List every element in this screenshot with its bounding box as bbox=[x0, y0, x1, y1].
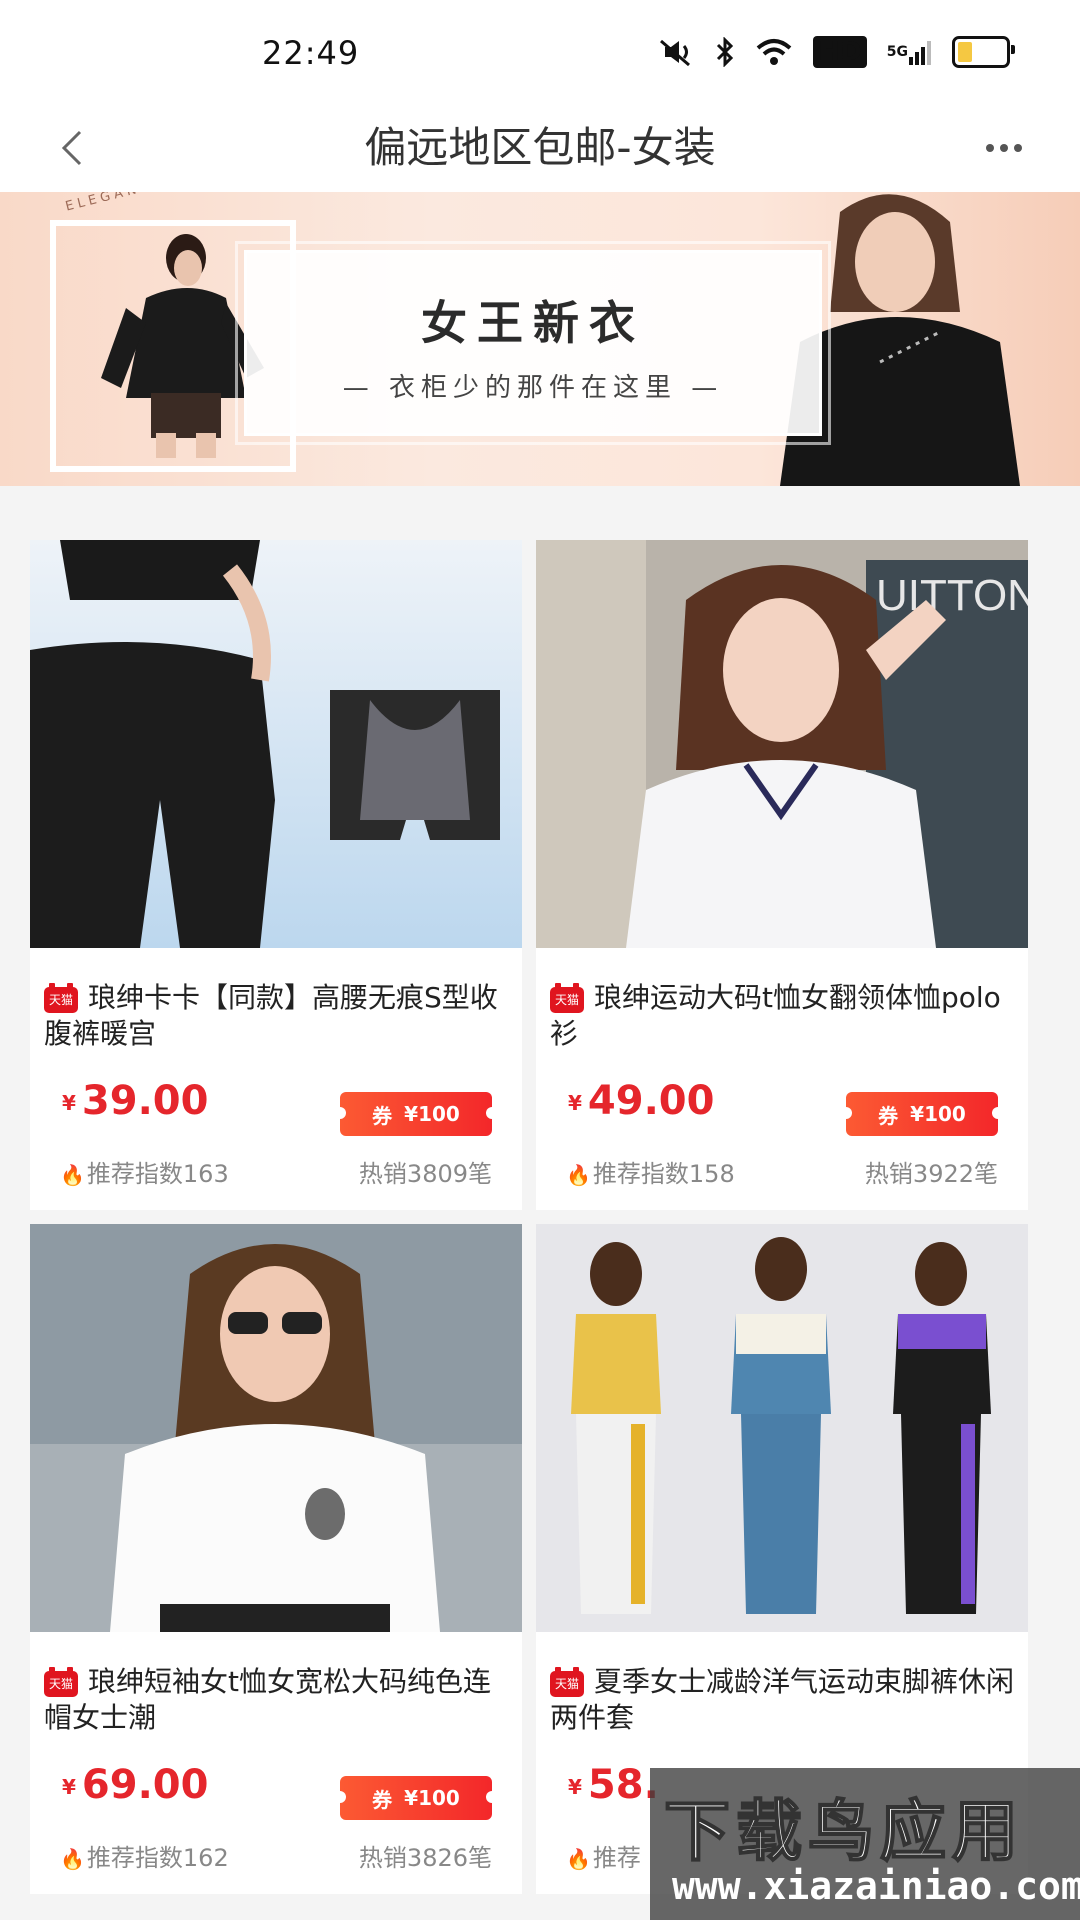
coupon-label: 券 bbox=[878, 1103, 899, 1128]
product-meta: 🔥推荐指数163 热销3809笔 bbox=[60, 1154, 492, 1189]
tmall-badge-icon: 天猫 bbox=[44, 1667, 78, 1697]
recommend-index: 🔥推荐指数163 bbox=[60, 1154, 229, 1189]
product-price: ¥39.00 bbox=[62, 1078, 208, 1124]
tmall-badge-icon: 天猫 bbox=[550, 1667, 584, 1697]
product-meta: 🔥推荐指数158 热销3922笔 bbox=[566, 1154, 998, 1189]
signal-5g-icon: 5G bbox=[887, 36, 932, 68]
product-card[interactable]: UITTON 天猫 琅绅运动大码t恤女翻领体恤polo衫 ¥49.00 券 ¥100… bbox=[536, 540, 1028, 1210]
product-title-text: 琅绅运动大码t恤女翻领体恤polo衫 bbox=[550, 981, 1001, 1050]
recommend-index: 🔥推荐指数162 bbox=[60, 1838, 229, 1873]
coupon-value: ¥100 bbox=[404, 1786, 460, 1810]
product-title: 天猫 夏季女士减龄洋气运动束脚裤休闲两件套 bbox=[550, 1664, 1014, 1736]
watermark: 下载鸟应用 www.xiazainiao.com bbox=[650, 1768, 1080, 1920]
currency-symbol: ¥ bbox=[62, 1091, 76, 1115]
fire-icon: 🔥 bbox=[60, 1847, 85, 1871]
recommend-index: 🔥推荐 bbox=[566, 1838, 641, 1873]
product-title: 天猫 琅绅卡卡【同款】高腰无痕S型收腹裤暖宫 bbox=[44, 980, 508, 1052]
product-image bbox=[536, 1224, 1028, 1632]
watermark-url: www.xiazainiao.com bbox=[672, 1864, 1080, 1908]
product-grid: 天猫 琅绅卡卡【同款】高腰无痕S型收腹裤暖宫 ¥39.00 券 ¥100 🔥推荐指数… bbox=[30, 540, 1050, 1894]
product-image bbox=[30, 1224, 522, 1632]
watermark-logo: 下载鸟应用 bbox=[663, 1791, 1024, 1871]
price-value: 58. bbox=[587, 1762, 659, 1808]
product-title: 天猫 琅绅短袖女t恤女宽松大码纯色连帽女士潮 bbox=[44, 1664, 508, 1736]
product-price: ¥49.00 bbox=[568, 1078, 714, 1124]
price-value: 49.00 bbox=[587, 1078, 715, 1124]
fire-icon: 🔥 bbox=[566, 1847, 591, 1871]
recommend-index: 🔥推荐指数158 bbox=[566, 1154, 735, 1189]
coupon-value: ¥100 bbox=[910, 1102, 966, 1126]
product-title-text: 琅绅短袖女t恤女宽松大码纯色连帽女士潮 bbox=[44, 1665, 491, 1734]
recommend-index-text: 推荐 bbox=[592, 1844, 641, 1872]
fire-icon: 🔥 bbox=[566, 1163, 591, 1187]
status-icons: HD 5G bbox=[657, 36, 1015, 68]
tmall-badge-icon: 天猫 bbox=[550, 983, 584, 1013]
status-bar: 22:49 HD 5G bbox=[0, 0, 1080, 110]
promo-banner[interactable]: ELEGANT EVERY MOMENT 女王新衣 — 衣柜少的那件在这里 — bbox=[0, 192, 1080, 486]
banner-model-left-image bbox=[101, 234, 264, 458]
more-dot-icon bbox=[986, 144, 994, 152]
price-value: 69.00 bbox=[81, 1762, 209, 1808]
product-card[interactable]: 天猫 琅绅卡卡【同款】高腰无痕S型收腹裤暖宫 ¥39.00 券 ¥100 🔥推荐指数… bbox=[30, 540, 522, 1210]
more-options-button[interactable] bbox=[968, 120, 1040, 176]
sales-count: 热销3826笔 bbox=[358, 1844, 492, 1872]
product-title-text: 夏季女士减龄洋气运动束脚裤休闲两件套 bbox=[550, 1665, 1014, 1734]
mute-icon bbox=[657, 36, 695, 68]
banner-motto: ELEGANT EVERY MOMENT bbox=[64, 192, 309, 215]
sales-count: 热销3922笔 bbox=[864, 1160, 998, 1188]
page-title: 偏远地区包邮-女装 bbox=[364, 123, 716, 172]
nav-bar: 偏远地区包邮-女装 bbox=[0, 100, 1080, 192]
recommend-index-text: 推荐指数163 bbox=[86, 1160, 229, 1188]
product-card[interactable]: 天猫 琅绅短袖女t恤女宽松大码纯色连帽女士潮 ¥69.00 券 ¥100 🔥推荐指数… bbox=[30, 1224, 522, 1894]
coupon-button[interactable]: 券 ¥100 bbox=[840, 1092, 1004, 1136]
fire-icon: 🔥 bbox=[60, 1163, 85, 1187]
price-value: 39.00 bbox=[81, 1078, 209, 1124]
coupon-label: 券 bbox=[372, 1787, 393, 1812]
hd-icon: HD bbox=[813, 36, 867, 68]
tmall-badge-icon: 天猫 bbox=[44, 983, 78, 1013]
battery-fill bbox=[958, 42, 972, 62]
battery-icon bbox=[952, 36, 1015, 68]
more-dot-icon bbox=[1000, 144, 1008, 152]
status-time: 22:49 bbox=[262, 34, 360, 72]
wifi-icon bbox=[755, 36, 793, 68]
svg-text:UITTON: UITTON bbox=[876, 571, 1028, 620]
product-price: ¥69.00 bbox=[62, 1762, 208, 1808]
banner-title: 女王新衣 bbox=[421, 296, 645, 350]
coupon-label: 券 bbox=[372, 1103, 393, 1128]
more-dot-icon bbox=[1014, 144, 1022, 152]
coupon-value: ¥100 bbox=[404, 1102, 460, 1126]
banner-subtitle: — 衣柜少的那件在这里 — bbox=[342, 373, 724, 403]
currency-symbol: ¥ bbox=[568, 1091, 582, 1115]
sales-count: 热销3809笔 bbox=[358, 1160, 492, 1188]
product-meta: 🔥推荐指数162 热销3826笔 bbox=[60, 1838, 492, 1873]
product-title-text: 琅绅卡卡【同款】高腰无痕S型收腹裤暖宫 bbox=[44, 981, 498, 1050]
currency-symbol: ¥ bbox=[568, 1775, 582, 1799]
network-label: 5G bbox=[886, 44, 908, 60]
product-image bbox=[30, 540, 522, 948]
product-title: 天猫 琅绅运动大码t恤女翻领体恤polo衫 bbox=[550, 980, 1014, 1052]
banner-card: 女王新衣 — 衣柜少的那件在这里 — bbox=[235, 241, 831, 445]
coupon-button[interactable]: 券 ¥100 bbox=[334, 1092, 498, 1136]
recommend-index-text: 推荐指数158 bbox=[592, 1160, 735, 1188]
product-price: ¥58. bbox=[568, 1762, 659, 1808]
currency-symbol: ¥ bbox=[62, 1775, 76, 1799]
recommend-index-text: 推荐指数162 bbox=[86, 1844, 229, 1872]
product-image: UITTON bbox=[536, 540, 1028, 948]
bluetooth-icon bbox=[715, 36, 735, 68]
coupon-button[interactable]: 券 ¥100 bbox=[334, 1776, 498, 1820]
